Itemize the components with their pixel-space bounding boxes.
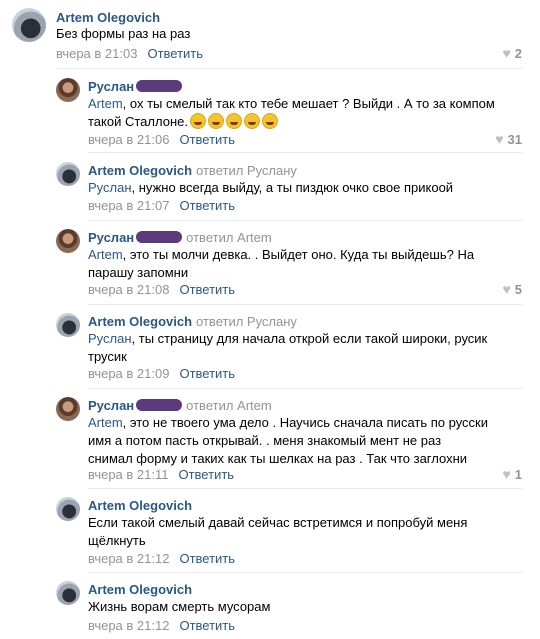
author-name[interactable]: Artem Olegovich <box>88 163 192 178</box>
comment-body: , это ты молчи девка. . Выйдет оно. Куда… <box>88 247 475 280</box>
reply-link[interactable]: Ответить <box>179 132 235 147</box>
like-button[interactable]: ♥ 31 <box>495 131 522 147</box>
comment-text: Жизнь ворам смерть мусорам <box>88 599 271 614</box>
divider <box>56 68 522 69</box>
redaction-mark <box>136 80 183 92</box>
avatar[interactable] <box>56 313 80 337</box>
comment-body: , ты страницу для начала открой если так… <box>88 331 488 364</box>
replied-to[interactable]: ответил Руслану <box>196 314 297 329</box>
comment-text: Artem, ох ты смелый так кто тебе мешает … <box>88 95 508 131</box>
comment-time[interactable]: вчера в 21:11 <box>88 467 168 482</box>
comment-meta: вчера в 21:12 Ответить <box>88 618 235 633</box>
divider <box>88 152 522 153</box>
heart-icon: ♥ <box>495 131 504 147</box>
comment-time[interactable]: вчера в 21:09 <box>88 366 169 381</box>
reply-link[interactable]: Ответить <box>179 282 235 297</box>
divider <box>88 220 522 221</box>
replied-to[interactable]: ответил Artem <box>186 398 272 413</box>
avatar[interactable] <box>56 78 80 102</box>
like-count: 5 <box>514 282 522 297</box>
like-count: 1 <box>514 467 522 482</box>
like-button[interactable]: ♥ 5 <box>502 281 522 297</box>
reply-link[interactable]: Ответить <box>179 198 235 213</box>
comment-author[interactable]: Artem Olegovich <box>88 498 192 513</box>
mention-link[interactable]: Artem <box>88 247 123 262</box>
comment-text: Без формы раз на раз <box>56 26 191 41</box>
comment-meta: вчера в 21:03 Ответить <box>56 46 203 61</box>
comment-meta: вчера в 21:06 Ответить <box>88 132 235 147</box>
comment-author[interactable]: Artem Olegovich <box>88 582 192 597</box>
comment-time[interactable]: вчера в 21:12 <box>88 618 169 633</box>
comment-author[interactable]: Artem Olegovich ответил Руслану <box>88 163 297 178</box>
comment-author[interactable]: Руслан ответил Artem <box>88 230 272 245</box>
comment-body: , ох ты смелый так кто тебе мешает ? Вый… <box>88 96 495 129</box>
emoji-laugh-icon <box>188 113 278 129</box>
author-name[interactable]: Руслан <box>88 230 134 245</box>
comment-time[interactable]: вчера в 21:06 <box>88 132 169 147</box>
like-button[interactable]: ♥ 1 <box>502 466 522 482</box>
replied-to[interactable]: ответил Artem <box>186 230 272 245</box>
comment-time[interactable]: вчера в 21:08 <box>88 282 169 297</box>
avatar[interactable] <box>12 8 46 42</box>
divider <box>88 488 522 489</box>
author-name[interactable]: Руслан <box>88 79 134 94</box>
reply-link[interactable]: Ответить <box>179 551 235 566</box>
comment-time[interactable]: вчера в 21:12 <box>88 551 169 566</box>
heart-icon: ♥ <box>502 281 511 297</box>
comment-author[interactable]: Artem Olegovich <box>56 10 160 25</box>
author-name[interactable]: Руслан <box>88 398 134 413</box>
avatar[interactable] <box>56 397 80 421</box>
comment-author[interactable]: Руслан <box>88 79 183 94</box>
comment-meta: вчера в 21:12 Ответить <box>88 551 235 566</box>
author-name[interactable]: Artem Olegovich <box>88 314 192 329</box>
avatar[interactable] <box>56 229 80 253</box>
comment-time[interactable]: вчера в 21:03 <box>56 46 137 61</box>
like-button[interactable]: ♥ 2 <box>502 45 522 61</box>
comment-meta: вчера в 21:07 Ответить <box>88 198 235 213</box>
comment-author[interactable]: Artem Olegovich ответил Руслану <box>88 314 297 329</box>
comment-text: Artem, это не твоего ума дело . Научись … <box>88 414 488 468</box>
comment-text: Руслан, ты страницу для начала открой ес… <box>88 330 508 366</box>
avatar[interactable] <box>56 581 80 605</box>
comment-body: , это не твоего ума дело . Научись снача… <box>88 415 488 466</box>
redaction-mark <box>136 399 183 411</box>
comment-meta: вчера в 21:11 Ответить <box>88 467 234 482</box>
reply-link[interactable]: Ответить <box>179 618 235 633</box>
comment-text: Руслан, нужно всегда выйду, а ты пиздюк … <box>88 179 508 197</box>
redaction-mark <box>136 231 183 243</box>
comment-meta: вчера в 21:08 Ответить <box>88 282 235 297</box>
divider <box>88 572 522 573</box>
avatar[interactable] <box>56 162 80 186</box>
comment-body: , нужно всегда выйду, а ты пиздюк очко с… <box>131 180 454 195</box>
divider <box>88 304 522 305</box>
comment-meta: вчера в 21:09 Ответить <box>88 366 235 381</box>
reply-link[interactable]: Ответить <box>179 366 235 381</box>
replied-to[interactable]: ответил Руслану <box>196 163 297 178</box>
avatar[interactable] <box>56 497 80 521</box>
comment-time[interactable]: вчера в 21:07 <box>88 198 169 213</box>
like-count: 31 <box>507 132 522 147</box>
heart-icon: ♥ <box>502 45 511 61</box>
heart-icon: ♥ <box>502 466 511 482</box>
reply-link[interactable]: Ответить <box>147 46 203 61</box>
mention-link[interactable]: Руслан <box>88 180 132 195</box>
mention-link[interactable]: Artem <box>88 96 123 111</box>
divider <box>88 388 522 389</box>
mention-link[interactable]: Руслан <box>88 331 132 346</box>
comment-text: Artem, это ты молчи девка. . Выйдет оно.… <box>88 246 488 282</box>
reply-link[interactable]: Ответить <box>178 467 234 482</box>
comment-text: Если такой смелый давай сейчас встретимс… <box>88 515 468 548</box>
comment-author[interactable]: Руслан ответил Artem <box>88 398 272 413</box>
mention-link[interactable]: Artem <box>88 415 123 430</box>
like-count: 2 <box>514 46 522 61</box>
